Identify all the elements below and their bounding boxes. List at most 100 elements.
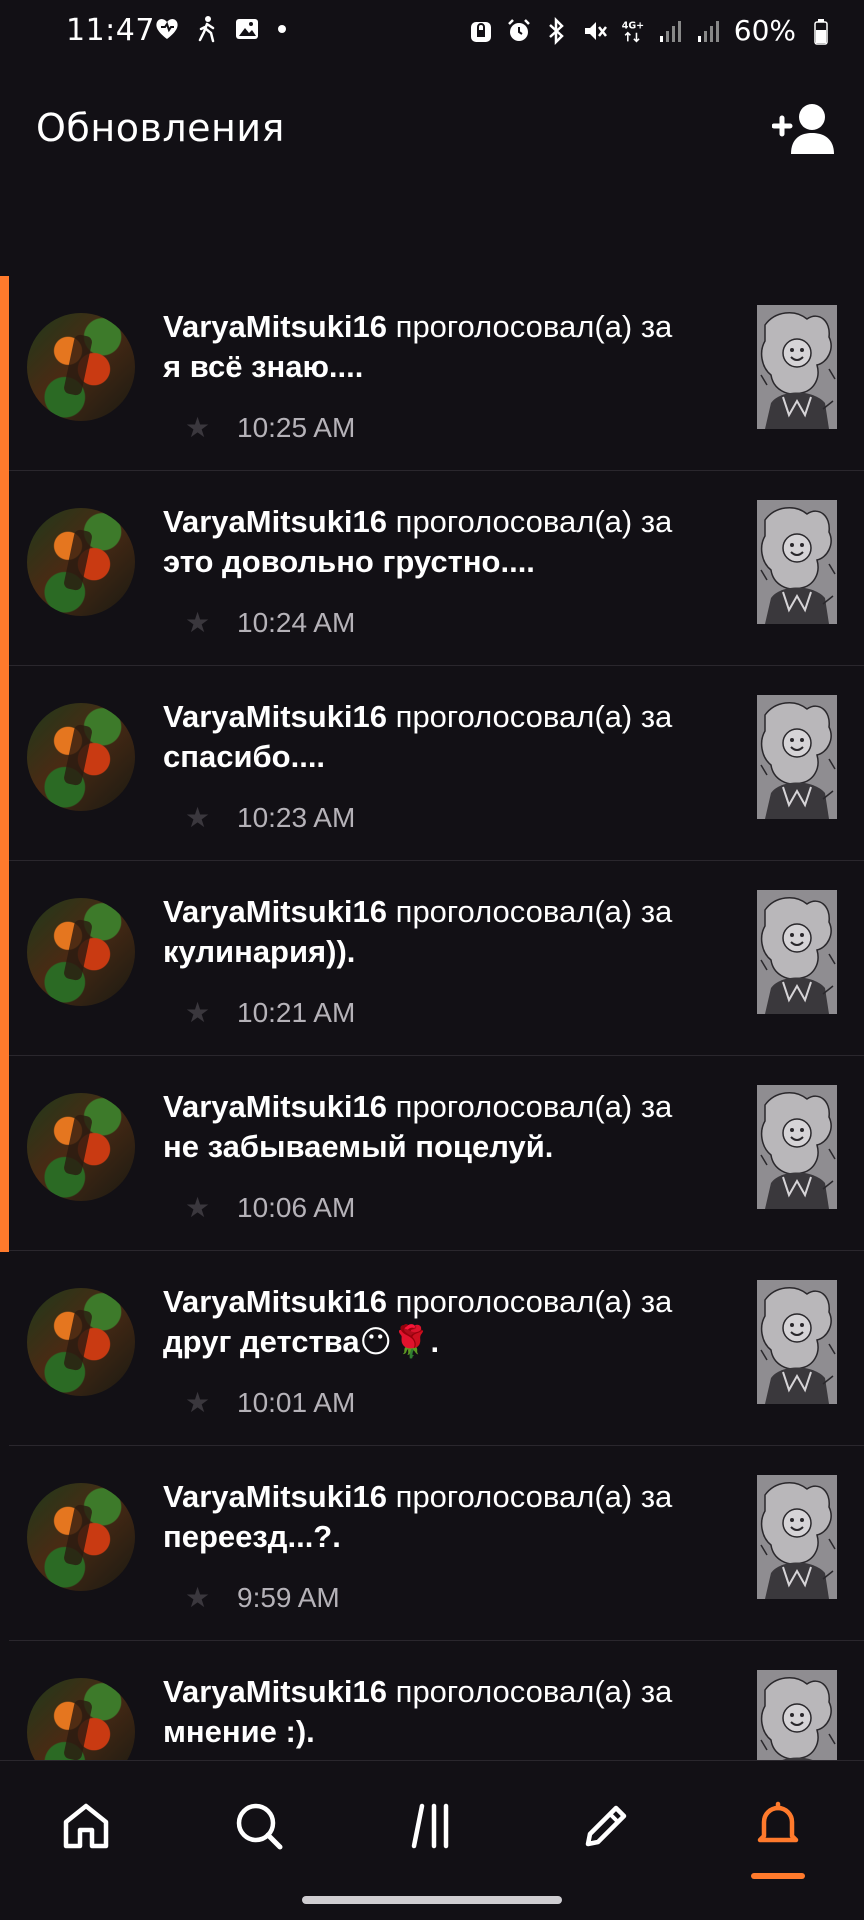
username[interactable]: VaryaMitsuki16: [163, 699, 387, 734]
action-text: проголосовал(а) за: [395, 309, 673, 344]
add-friend-button[interactable]: [771, 100, 838, 158]
notification-row[interactable]: VaryaMitsuki16 проголосовал(а) за переез…: [9, 1446, 864, 1641]
home-indicator[interactable]: [302, 1896, 562, 1904]
nav-search-button[interactable]: [224, 1791, 294, 1861]
action-text: проголосовал(а) за: [395, 1479, 673, 1514]
notification-row[interactable]: VaryaMitsuki16 проголосовал(а) за мнение…: [9, 1641, 864, 1760]
signal-2-icon: [697, 20, 719, 42]
page-title: Обновления: [36, 106, 285, 150]
story-title[interactable]: не забываемый поцелуй.: [163, 1129, 553, 1164]
status-time: 11:47: [66, 13, 155, 48]
notification-text: VaryaMitsuki16 проголосовал(а) за не заб…: [163, 1087, 743, 1223]
notification-row[interactable]: VaryaMitsuki16 проголосовал(а) за друг д…: [9, 1251, 864, 1446]
story-title[interactable]: переезд...?.: [163, 1519, 341, 1554]
notification-meta: ★ 10:21 AM: [185, 995, 355, 1031]
gallery-icon: [236, 19, 258, 39]
lock-rotate-icon: [470, 21, 491, 42]
story-title[interactable]: друг детства😶🌹.: [163, 1324, 439, 1359]
nav-write-button[interactable]: [571, 1791, 641, 1861]
action-text: проголосовал(а) за: [395, 894, 673, 929]
username[interactable]: VaryaMitsuki16: [163, 1284, 387, 1319]
notification-meta: ★ 10:06 AM: [185, 1190, 355, 1226]
notification-text: VaryaMitsuki16 проголосовал(а) за друг д…: [163, 1282, 743, 1418]
timestamp: 10:24 AM: [237, 607, 356, 638]
notification-row[interactable]: VaryaMitsuki16 проголосовал(а) за не заб…: [9, 1056, 864, 1251]
notification-row[interactable]: VaryaMitsuki16 проголосовал(а) за кулина…: [9, 861, 864, 1056]
user-avatar[interactable]: [27, 1678, 135, 1760]
notification-meta: ★ 10:25 AM: [185, 410, 355, 446]
nav-library-button[interactable]: [399, 1791, 469, 1861]
battery-percent: 60%: [733, 14, 796, 47]
user-avatar[interactable]: [27, 508, 135, 616]
search-icon: [236, 1803, 283, 1850]
star-icon: ★: [185, 997, 211, 1028]
story-cover-thumbnail[interactable]: [757, 890, 837, 1014]
notification-text: VaryaMitsuki16 проголосовал(а) за переез…: [163, 1477, 743, 1613]
story-cover-thumbnail[interactable]: [757, 1280, 837, 1404]
mute-icon: [584, 21, 607, 40]
story-cover-thumbnail[interactable]: [757, 1475, 837, 1599]
bluetooth-icon: [548, 16, 564, 45]
story-title[interactable]: я всё знаю....: [163, 349, 363, 384]
notification-text: VaryaMitsuki16 проголосовал(а) за мнение…: [163, 1672, 743, 1752]
svg-text:4G+: 4G+: [621, 20, 643, 31]
home-icon: [63, 1803, 109, 1849]
notification-row[interactable]: VaryaMitsuki16 проголосовал(а) за это до…: [9, 471, 864, 666]
star-icon: ★: [185, 1387, 211, 1418]
star-icon: ★: [185, 1582, 211, 1613]
nav-notifications-button[interactable]: [743, 1791, 813, 1861]
timestamp: 10:06 AM: [237, 1192, 356, 1223]
story-title[interactable]: мнение :).: [163, 1714, 315, 1749]
star-icon: ★: [185, 802, 211, 833]
network-4g-icon: 4G+: [621, 20, 644, 43]
story-cover-thumbnail[interactable]: [757, 305, 837, 429]
notification-text: VaryaMitsuki16 проголосовал(а) за спасиб…: [163, 697, 743, 833]
username[interactable]: VaryaMitsuki16: [163, 309, 387, 344]
story-cover-thumbnail[interactable]: [757, 695, 837, 819]
status-bar: 11:47 4G+ 60%: [0, 0, 864, 62]
timestamp: 10:25 AM: [237, 412, 356, 443]
username[interactable]: VaryaMitsuki16: [163, 1674, 387, 1709]
user-avatar[interactable]: [27, 313, 135, 421]
notification-meta: ★ 10:01 AM: [185, 1385, 355, 1421]
username[interactable]: VaryaMitsuki16: [163, 1089, 387, 1124]
story-title[interactable]: кулинария)).: [163, 934, 355, 969]
person-add-icon: [771, 104, 834, 154]
star-icon: ★: [185, 412, 211, 443]
story-cover-thumbnail[interactable]: [757, 1670, 837, 1760]
star-icon: ★: [185, 1192, 211, 1223]
notification-row[interactable]: VaryaMitsuki16 проголосовал(а) за спасиб…: [9, 666, 864, 861]
action-text: проголосовал(а) за: [395, 699, 673, 734]
timestamp: 10:21 AM: [237, 997, 356, 1028]
action-text: проголосовал(а) за: [395, 1674, 673, 1709]
username[interactable]: VaryaMitsuki16: [163, 894, 387, 929]
user-avatar[interactable]: [27, 1483, 135, 1591]
health-heart-icon: [156, 19, 178, 39]
nav-home-button[interactable]: [51, 1791, 121, 1861]
story-title[interactable]: спасибо....: [163, 739, 325, 774]
action-text: проголосовал(а) за: [395, 504, 673, 539]
notification-text: VaryaMitsuki16 проголосовал(а) за я всё …: [163, 307, 743, 443]
user-avatar[interactable]: [27, 703, 135, 811]
star-icon: ★: [185, 607, 211, 638]
notification-text: VaryaMitsuki16 проголосовал(а) за это до…: [163, 502, 743, 638]
username[interactable]: VaryaMitsuki16: [163, 504, 387, 539]
user-avatar[interactable]: [27, 1093, 135, 1201]
write-icon: [585, 1805, 627, 1847]
notifications-bell-icon: [757, 1801, 799, 1843]
story-cover-thumbnail[interactable]: [757, 1085, 837, 1209]
username[interactable]: VaryaMitsuki16: [163, 1479, 387, 1514]
active-tab-indicator: [751, 1873, 805, 1879]
notification-dot-icon: [278, 25, 286, 33]
notification-text: VaryaMitsuki16 проголосовал(а) за кулина…: [163, 892, 743, 1028]
story-title[interactable]: это довольно грустно....: [163, 544, 535, 579]
notifications-list[interactable]: VaryaMitsuki16 проголосовал(а) за я всё …: [0, 276, 864, 1760]
app-header: Обновления: [0, 62, 864, 192]
notification-meta: ★ 9:59 AM: [185, 1580, 340, 1616]
user-avatar[interactable]: [27, 1288, 135, 1396]
notification-row[interactable]: VaryaMitsuki16 проголосовал(а) за я всё …: [9, 276, 864, 471]
user-avatar[interactable]: [27, 898, 135, 1006]
timestamp: 9:59 AM: [237, 1582, 340, 1613]
story-cover-thumbnail[interactable]: [757, 500, 837, 624]
timestamp: 10:01 AM: [237, 1387, 356, 1418]
